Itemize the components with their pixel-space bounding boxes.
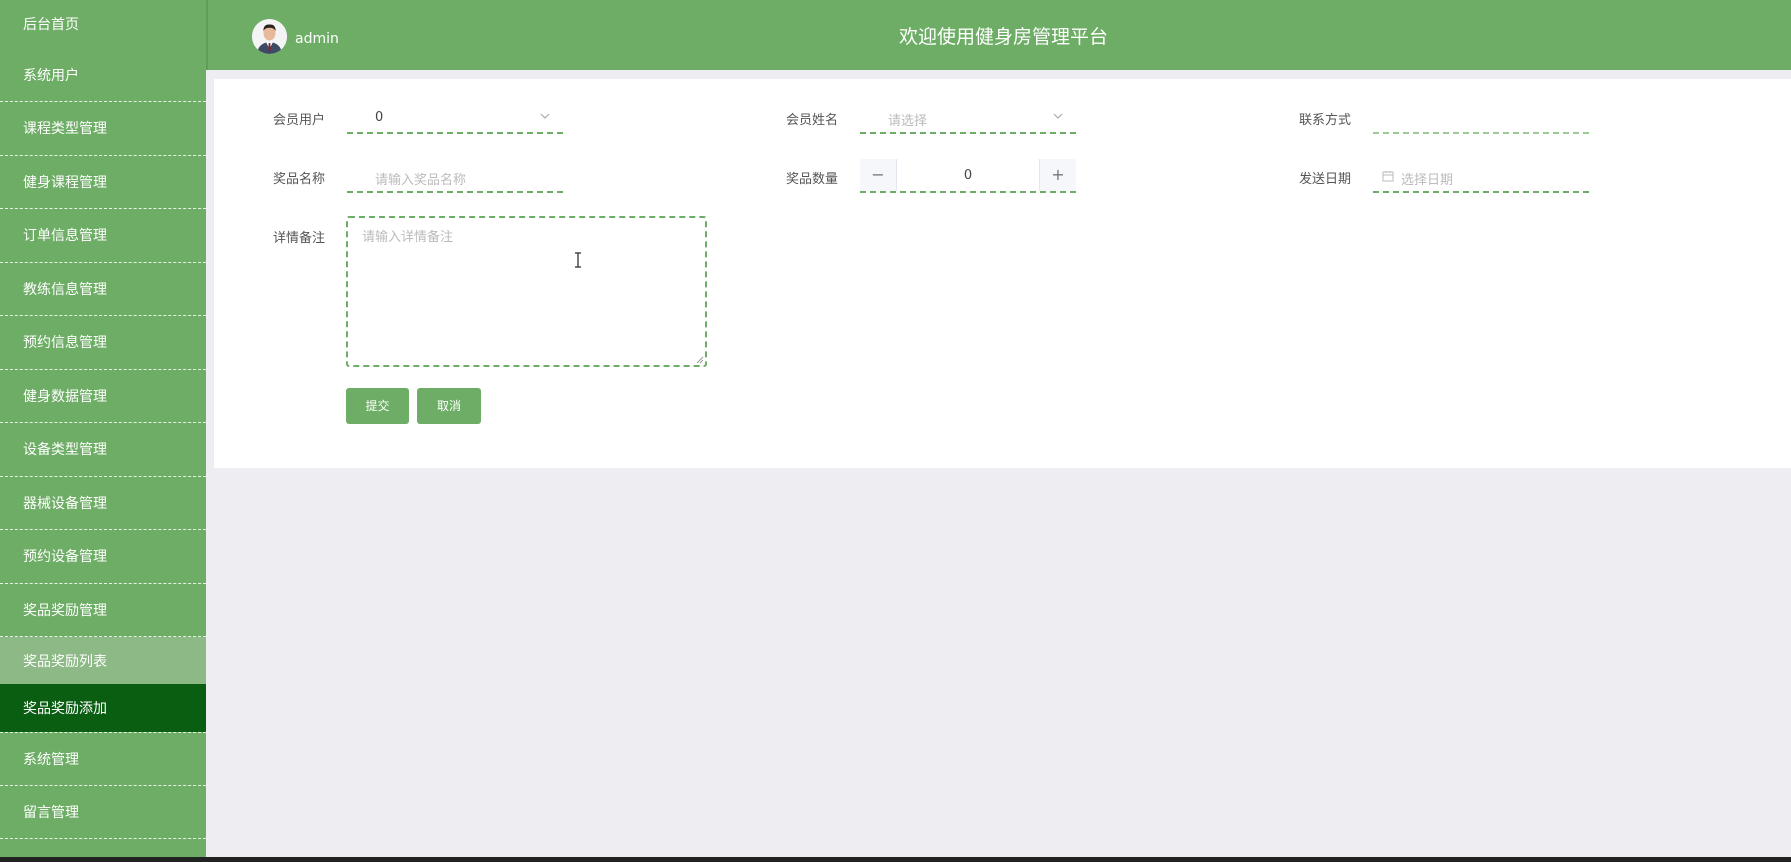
sidebar-item-prize-list[interactable]: 奖品奖励列表: [0, 637, 206, 684]
sidebar-item-prize-add[interactable]: 奖品奖励添加: [0, 684, 206, 732]
remarks-label: 详情备注: [273, 231, 326, 246]
send-date-placeholder: 选择日期: [1401, 173, 1454, 188]
remarks-placeholder: 请输入详情备注: [362, 230, 454, 245]
contact-label: 联系方式: [1299, 113, 1352, 128]
send-date-label: 发送日期: [1299, 172, 1352, 187]
sidebar: 后台首页 系统用户 课程类型管理 健身课程管理 订单信息管理 教练信息管理 预约…: [0, 0, 206, 857]
sidebar-item-label: 系统用户: [23, 67, 79, 84]
text-cursor-icon: [575, 252, 581, 268]
resize-handle-icon[interactable]: [696, 356, 704, 364]
sidebar-item-equipment-types[interactable]: 设备类型管理: [0, 423, 206, 477]
sidebar-item-label: 健身课程管理: [23, 174, 107, 191]
sidebar-item-fitness-courses[interactable]: 健身课程管理: [0, 156, 206, 209]
sidebar-item-label: 奖品奖励添加: [23, 701, 107, 717]
member-name-select[interactable]: 请选择: [860, 100, 1076, 134]
sidebar-item-label: 订单信息管理: [23, 228, 107, 245]
sidebar-item-label: 留言管理: [23, 804, 79, 821]
member-name-placeholder: 请选择: [888, 114, 928, 129]
sidebar-item-prize-management[interactable]: 奖品奖励管理: [0, 584, 206, 637]
sidebar-item-label: 器械设备管理: [23, 495, 107, 512]
sidebar-item-equipment[interactable]: 器械设备管理: [0, 477, 206, 530]
sidebar-item-fitness-data[interactable]: 健身数据管理: [0, 370, 206, 423]
sidebar-item-label: 教练信息管理: [23, 281, 107, 298]
sidebar-item-label: 健身数据管理: [23, 388, 107, 405]
contact-field[interactable]: [1373, 100, 1589, 134]
sidebar-item-label: 课程类型管理: [23, 121, 107, 138]
prize-qty-label: 奖品数量: [786, 172, 839, 187]
remarks-textarea[interactable]: 请输入详情备注: [346, 216, 707, 367]
sidebar-item-label: 奖品奖励列表: [23, 653, 107, 670]
chevron-down-icon: [1053, 113, 1063, 119]
sidebar-item-system-users[interactable]: 系统用户: [0, 48, 206, 102]
form-panel: 会员用户 0 会员姓名 请选择 联系方式 奖品名称 请输入奖品名称 奖品数量 −…: [214, 79, 1791, 468]
sidebar-item-course-types[interactable]: 课程类型管理: [0, 102, 206, 156]
plus-icon: +: [1051, 165, 1065, 184]
sidebar-item-home[interactable]: 后台首页: [0, 0, 206, 48]
sidebar-item-system-management[interactable]: 系统管理: [0, 732, 206, 786]
sidebar-item-messages[interactable]: 留言管理: [0, 786, 206, 839]
sidebar-item-label: 奖品奖励管理: [23, 602, 107, 619]
calendar-icon: [1382, 171, 1394, 182]
page-title: 欢迎使用健身房管理平台: [898, 26, 1108, 48]
top-header: admin 欢迎使用健身房管理平台: [206, 0, 1791, 70]
sidebar-item-orders[interactable]: 订单信息管理: [0, 209, 206, 263]
prize-name-label: 奖品名称: [273, 172, 326, 187]
prize-name-input[interactable]: 请输入奖品名称: [347, 159, 563, 193]
submit-button[interactable]: 提交: [346, 388, 409, 424]
send-date-picker[interactable]: 选择日期: [1373, 159, 1589, 193]
sidebar-item-coaches[interactable]: 教练信息管理: [0, 263, 206, 316]
sidebar-item-label: 预约信息管理: [23, 335, 107, 352]
member-user-value: 0: [375, 110, 384, 125]
member-user-label: 会员用户: [273, 113, 326, 128]
sidebar-item-label: 后台首页: [23, 17, 79, 33]
member-name-label: 会员姓名: [786, 113, 839, 128]
bottom-bar: [0, 857, 1791, 862]
prize-qty-stepper[interactable]: − 0 +: [860, 159, 1076, 193]
sidebar-item-reservations[interactable]: 预约信息管理: [0, 316, 206, 370]
sidebar-item-label: 预约设备管理: [23, 549, 107, 566]
chevron-down-icon: [540, 113, 550, 119]
sidebar-item-label: 设备类型管理: [23, 442, 107, 459]
cancel-button[interactable]: 取消: [417, 388, 481, 424]
sidebar-item-equipment-reservations[interactable]: 预约设备管理: [0, 530, 206, 584]
prize-name-placeholder: 请输入奖品名称: [375, 173, 467, 188]
increment-button[interactable]: +: [1039, 159, 1076, 191]
sidebar-item-label: 系统管理: [23, 751, 79, 768]
member-user-select[interactable]: 0: [347, 100, 563, 134]
